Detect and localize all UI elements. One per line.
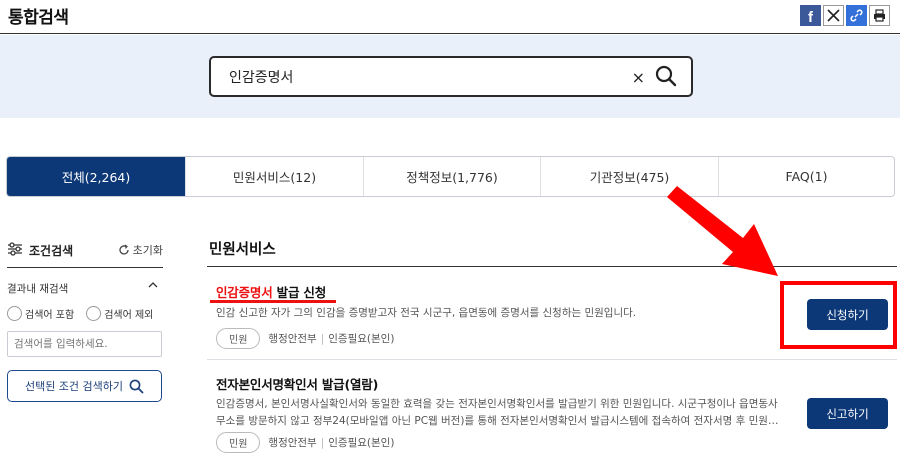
red-arrow-annotation <box>667 186 778 276</box>
